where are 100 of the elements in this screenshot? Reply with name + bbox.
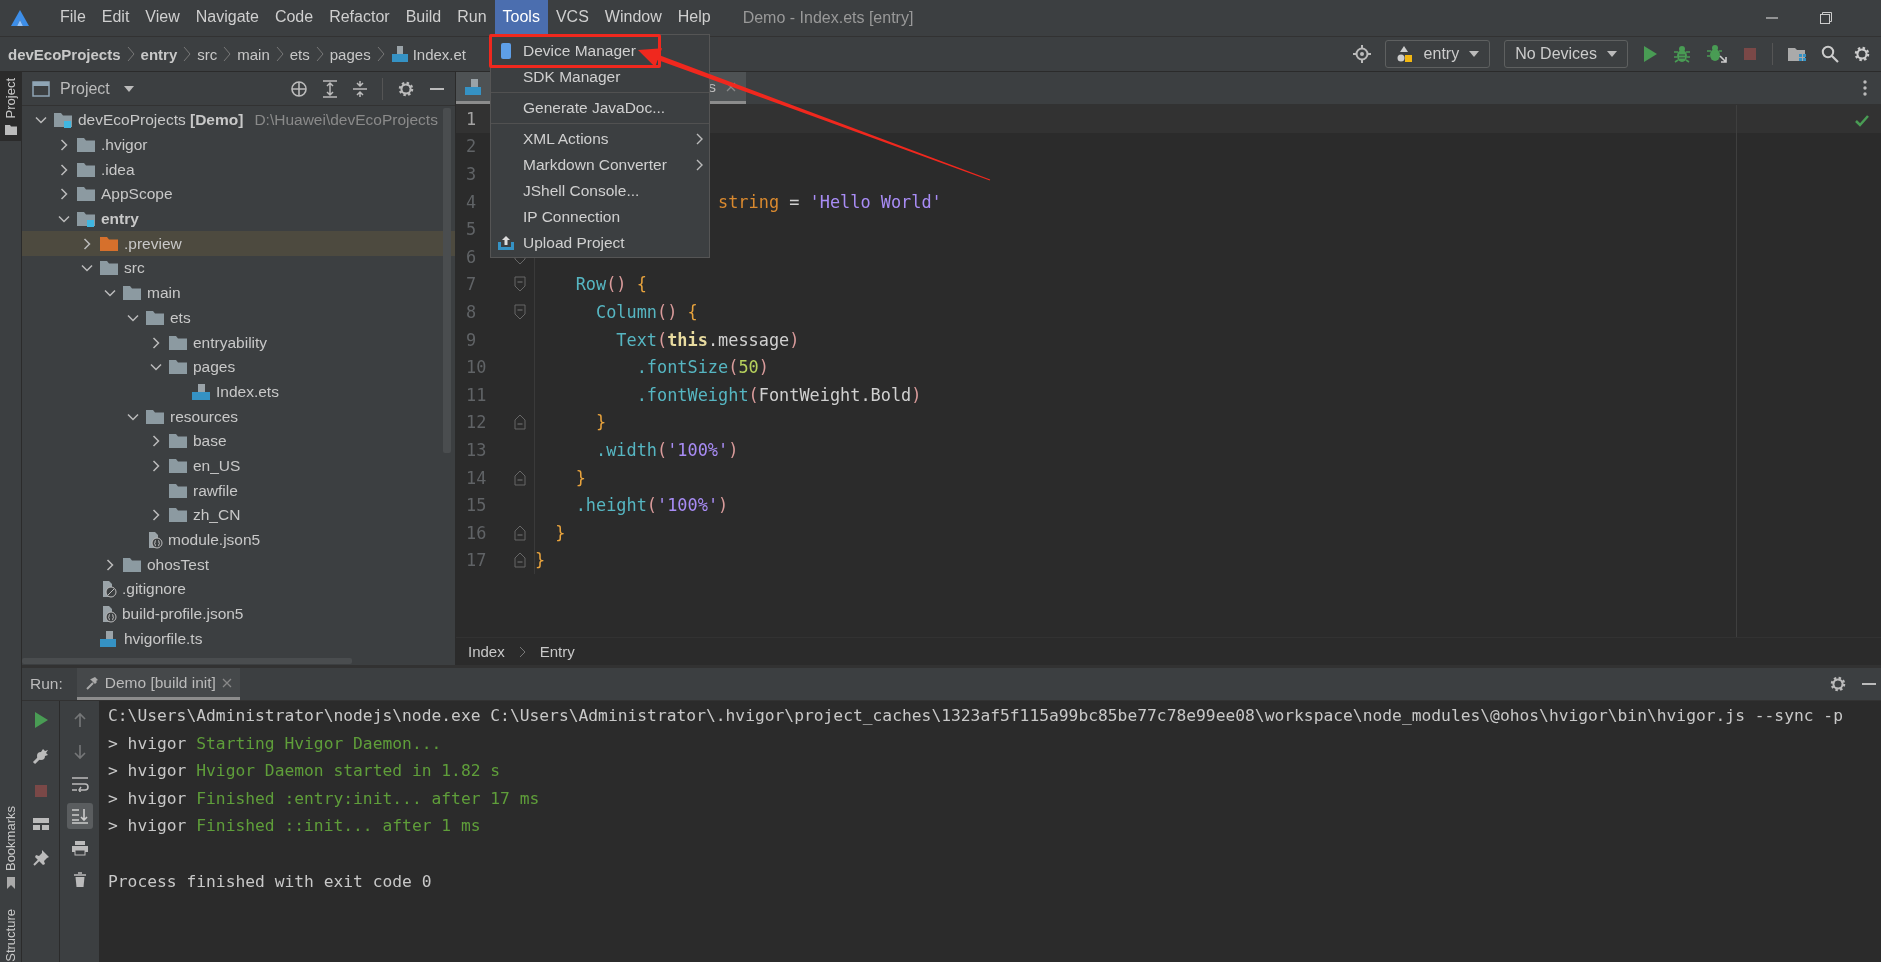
pin-icon[interactable] <box>31 849 50 867</box>
run-config-dropdown[interactable]: entry <box>1384 40 1491 68</box>
side-tab[interactable]: Project <box>0 72 21 142</box>
settings-icon[interactable] <box>397 79 415 98</box>
menu-item[interactable]: Tools <box>494 0 548 34</box>
tree-item[interactable]: rawfile <box>22 478 455 503</box>
menu-item[interactable]: Build <box>397 0 450 34</box>
menu-entry[interactable]: Generate JavaDoc... <box>491 95 709 121</box>
menu-entry[interactable]: Markdown Converter <box>491 152 709 178</box>
breadcrumb[interactable]: main <box>237 45 270 63</box>
tree-item[interactable]: .idea <box>22 157 455 183</box>
breadcrumb[interactable]: Index.et <box>412 45 467 63</box>
tree-item[interactable]: build-profile.json5 <box>22 601 455 627</box>
expand-all-icon[interactable] <box>322 79 338 98</box>
fold-end-icon[interactable] <box>514 469 526 486</box>
tree-item[interactable]: base <box>22 428 455 454</box>
tree-item[interactable]: entryability <box>22 330 455 355</box>
settings-icon[interactable] <box>1853 45 1871 63</box>
breadcrumb[interactable]: Entry <box>539 643 575 660</box>
menu-entry[interactable]: SDK Manager <box>491 64 709 90</box>
menu-item[interactable]: Edit <box>93 0 138 34</box>
tree-item[interactable]: devEcoProjects [Demo] D:\Huawei\devEcoProjects <box>22 108 455 133</box>
tree-item[interactable]: AppScope <box>22 182 455 207</box>
menu-item[interactable]: Run <box>449 0 495 34</box>
tree-item[interactable]: en_US <box>22 453 455 479</box>
fold-end-icon[interactable] <box>514 524 526 541</box>
code-line: string = 'Hello World' <box>718 191 942 212</box>
menu-item[interactable]: Refactor <box>321 0 398 34</box>
tree-item[interactable]: .preview <box>22 231 455 257</box>
tree-item[interactable]: hvigorfile.ts <box>22 626 455 652</box>
folder-icon <box>168 507 188 524</box>
tree-item[interactable]: ets <box>22 305 455 331</box>
menu-entry[interactable]: XML Actions <box>491 126 709 152</box>
menu-item[interactable]: Help <box>669 0 719 34</box>
scroll-end-icon[interactable] <box>66 803 93 829</box>
restore-icon[interactable] <box>1819 11 1833 25</box>
tree-item[interactable]: main <box>22 280 455 306</box>
console-line: > hvigor Hvigor Daemon started in 1.82 s <box>108 760 502 783</box>
folder-icon <box>168 457 188 474</box>
menu-entry[interactable]: IP Connection <box>491 204 709 230</box>
menu-item[interactable]: VCS <box>547 0 597 34</box>
settings-icon[interactable] <box>1829 675 1847 693</box>
tree-item[interactable]: ohosTest <box>22 552 455 578</box>
search-icon[interactable] <box>1821 45 1839 63</box>
tree-item[interactable]: resources <box>22 404 455 429</box>
fold-icon[interactable] <box>514 303 526 320</box>
console-line: > hvigor Starting Hvigor Daemon... <box>108 732 443 755</box>
menu-item[interactable]: Window <box>596 0 670 34</box>
code-line: Column() { <box>596 301 698 322</box>
more-icon[interactable] <box>1863 80 1867 96</box>
console-line: > hvigor Finished :entry:init... after 17 ms <box>108 787 541 810</box>
tree-item[interactable]: .hvigor <box>22 132 455 158</box>
bug-arrow-icon[interactable] <box>1706 44 1728 64</box>
tree-item[interactable]: src <box>22 256 455 281</box>
line-number: 4 <box>465 191 478 212</box>
scrollbar-thumb[interactable] <box>22 658 352 664</box>
fold-end-icon[interactable] <box>514 552 526 569</box>
breadcrumb[interactable]: pages <box>329 45 371 63</box>
bug-icon[interactable] <box>1672 44 1692 64</box>
menu-item[interactable]: View <box>137 0 188 34</box>
menu-entry[interactable]: Device Manager <box>491 38 709 64</box>
menu-item[interactable]: Code <box>266 0 322 34</box>
run-icon[interactable] <box>1642 45 1658 63</box>
line-number: 6 <box>465 246 478 267</box>
side-tab[interactable]: Structure <box>0 903 21 962</box>
tree-item[interactable]: Index.ets <box>22 379 455 405</box>
breadcrumb[interactable]: Index <box>468 643 505 660</box>
breadcrumb[interactable]: devEcoProjects <box>8 45 121 63</box>
line-number: 2 <box>465 136 478 157</box>
layout-icon[interactable] <box>31 817 50 831</box>
project-structure-icon[interactable] <box>1787 45 1807 63</box>
panel-title: Run: <box>30 675 63 693</box>
fold-icon[interactable] <box>514 276 526 293</box>
run-icon[interactable] <box>32 711 49 729</box>
line-number: 1 <box>465 108 478 129</box>
menu-item[interactable]: Navigate <box>187 0 267 34</box>
tree-item[interactable]: entry <box>22 206 455 232</box>
breadcrumb[interactable]: entry <box>140 45 178 63</box>
menu-item[interactable]: File <box>52 0 94 34</box>
target-icon[interactable] <box>1352 45 1371 63</box>
menu-entry[interactable]: JShell Console... <box>491 178 709 204</box>
device-dropdown[interactable]: No Devices <box>1504 40 1628 68</box>
breadcrumb[interactable]: src <box>197 45 218 63</box>
tree-item[interactable]: zh_CN <box>22 503 455 528</box>
ts-file-icon <box>99 629 119 648</box>
tree-item[interactable]: pages <box>22 354 455 380</box>
tree-item[interactable]: .gitignore <box>22 577 455 602</box>
wrench-icon[interactable] <box>31 747 50 765</box>
project-view-dropdown[interactable]: Project <box>60 79 134 98</box>
collapse-all-icon[interactable] <box>352 79 368 98</box>
fold-end-icon[interactable] <box>514 414 526 431</box>
line-number: 3 <box>465 164 478 184</box>
menu-entry[interactable]: Upload Project <box>491 230 709 256</box>
side-tab[interactable]: Bookmarks <box>0 800 21 896</box>
run-tab[interactable]: Demo [build init] <box>76 668 240 700</box>
tree-item[interactable]: module.json5 <box>22 527 455 553</box>
crosshair-icon[interactable] <box>290 79 308 98</box>
breadcrumb[interactable]: ets <box>289 45 310 63</box>
close-icon[interactable] <box>221 677 232 688</box>
module-icon <box>1395 45 1414 63</box>
